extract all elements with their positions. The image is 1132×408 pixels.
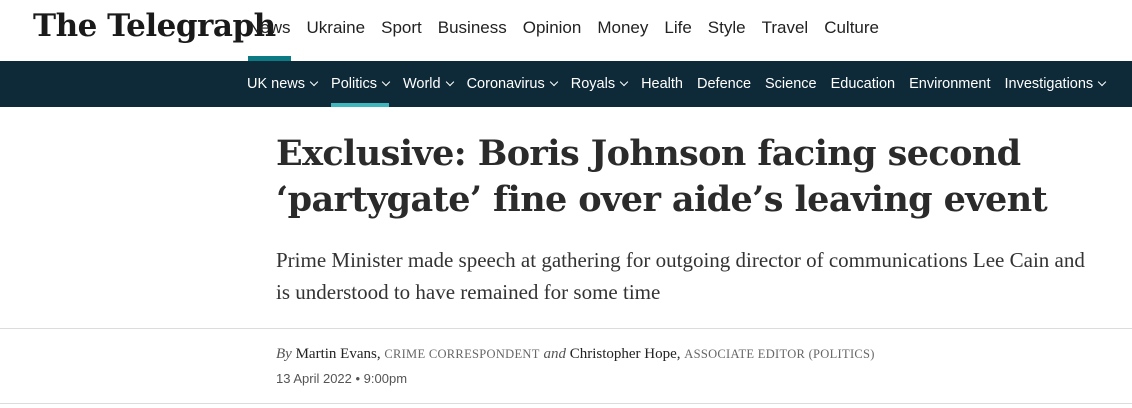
- secondary-nav-label: Royals: [570, 76, 616, 92]
- chevron-down-icon: [309, 77, 319, 87]
- primary-nav-item-style[interactable]: Style: [700, 0, 754, 61]
- secondary-nav-label: Health: [641, 76, 683, 92]
- primary-nav-item-ukraine[interactable]: Ukraine: [299, 0, 374, 61]
- secondary-nav-label: World: [402, 76, 441, 92]
- chevron-down-icon: [445, 77, 454, 87]
- secondary-nav-item-education[interactable]: Education: [824, 61, 903, 107]
- byline-and: and: [543, 346, 566, 362]
- primary-nav-item-sport[interactable]: Sport: [373, 0, 430, 61]
- chevron-down-icon: [549, 77, 558, 87]
- primary-nav-item-travel[interactable]: Travel: [754, 0, 817, 61]
- secondary-nav-bar: UK news Politics World Coronavirus Royal…: [0, 61, 1132, 107]
- secondary-nav-item-science[interactable]: Science: [758, 61, 824, 107]
- secondary-nav-label: Science: [765, 76, 817, 92]
- author-role: ASSOCIATE EDITOR (POLITICS): [684, 347, 875, 361]
- secondary-nav-item-world[interactable]: World: [396, 61, 460, 107]
- primary-nav-item-money[interactable]: Money: [589, 0, 656, 61]
- divider: [0, 403, 1132, 404]
- secondary-nav: UK news Politics World Coronavirus Royal…: [240, 61, 1112, 107]
- secondary-nav-item-royals[interactable]: Royals: [564, 61, 634, 107]
- author-role: CRIME CORRESPONDENT: [384, 347, 540, 361]
- secondary-nav-label: Education: [830, 76, 896, 92]
- primary-nav: News Ukraine Sport Business Opinion Mone…: [240, 0, 887, 61]
- divider: [0, 328, 1132, 329]
- primary-nav-item-business[interactable]: Business: [430, 0, 515, 61]
- article-standfirst: Prime Minister made speech at gathering …: [276, 248, 1085, 304]
- secondary-nav-item-politics[interactable]: Politics: [324, 61, 396, 107]
- secondary-nav-item-environment[interactable]: Environment: [902, 61, 997, 107]
- chevron-down-icon: [381, 77, 391, 87]
- primary-nav-item-culture[interactable]: Culture: [816, 0, 887, 61]
- secondary-nav-label: Coronavirus: [466, 76, 545, 92]
- secondary-nav-item-coronavirus[interactable]: Coronavirus: [460, 61, 564, 107]
- secondary-nav-item-investigations[interactable]: Investigations: [998, 61, 1113, 107]
- secondary-nav-item-health[interactable]: Health: [634, 61, 690, 107]
- publish-date: 13 April 2022 • 9:00pm: [276, 371, 408, 386]
- article-headline: Exclusive: Boris Johnson facing second ‘…: [276, 133, 1048, 220]
- chevron-down-icon: [619, 77, 629, 87]
- secondary-nav-item-defence[interactable]: Defence: [690, 61, 758, 107]
- secondary-nav-label: Investigations: [1004, 76, 1094, 92]
- secondary-nav-label: Defence: [697, 76, 752, 92]
- chevron-down-icon: [1097, 77, 1107, 87]
- secondary-nav-label: UK news: [247, 76, 306, 92]
- author-link[interactable]: Martin Evans: [296, 346, 377, 362]
- primary-nav-item-news[interactable]: News: [240, 0, 299, 61]
- byline: By Martin Evans, CRIME CORRESPONDENT and…: [276, 346, 875, 362]
- primary-nav-item-opinion[interactable]: Opinion: [515, 0, 590, 61]
- secondary-nav-label: Politics: [331, 76, 377, 92]
- byline-by: By: [276, 346, 292, 362]
- author-link[interactable]: Christopher Hope: [570, 346, 677, 362]
- secondary-nav-label: Environment: [909, 76, 991, 92]
- site-header: The Telegraph News Ukraine Sport Busines…: [0, 0, 1132, 61]
- secondary-nav-item-uk-news[interactable]: UK news: [240, 61, 324, 107]
- primary-nav-item-life[interactable]: Life: [656, 0, 699, 61]
